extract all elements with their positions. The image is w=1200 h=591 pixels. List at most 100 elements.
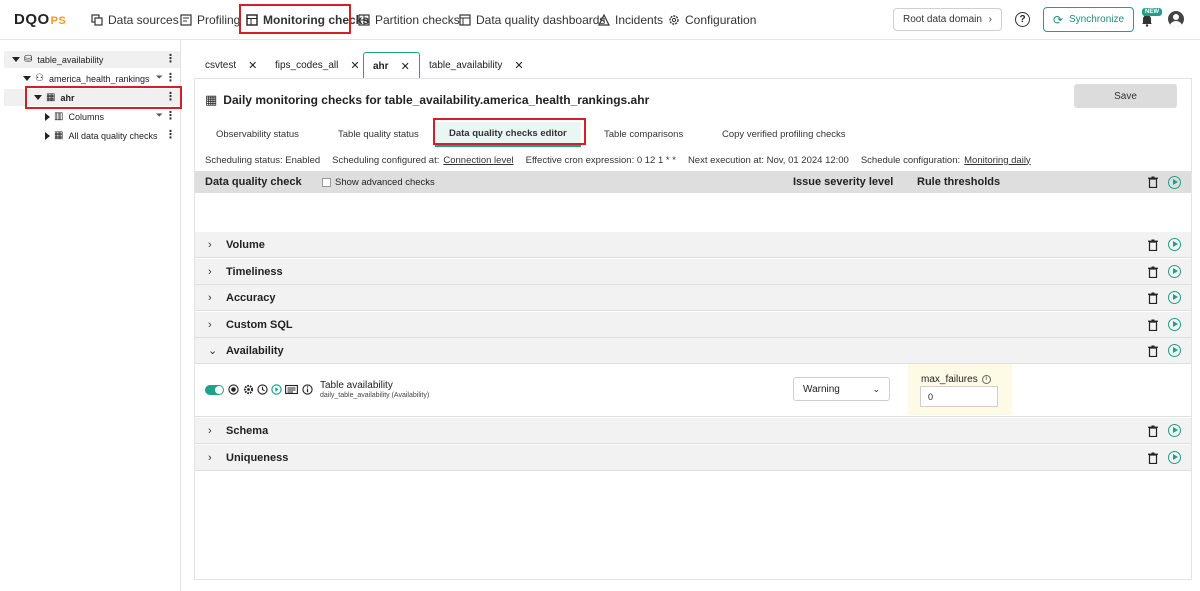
group-row-volume[interactable]: › Volume: [195, 232, 1191, 258]
run-checks-icon[interactable]: [1168, 344, 1181, 357]
dqops-logo[interactable]: DQO PS: [14, 8, 66, 30]
help-button[interactable]: ?: [1015, 12, 1030, 27]
checkbox[interactable]: [322, 177, 331, 187]
trash-icon[interactable]: [1148, 292, 1158, 305]
tree-item-schema[interactable]: ⚇ america_health_rankings ⏷ ⋮: [4, 70, 180, 87]
subtab-table-comparisons[interactable]: Table comparisons: [604, 122, 683, 147]
run-checks-icon[interactable]: [1168, 265, 1181, 278]
expand-icon[interactable]: [34, 95, 42, 100]
close-icon[interactable]: ✕: [514, 59, 523, 72]
tree-item-table-ahr[interactable]: ▦ ahr ⋮: [4, 89, 180, 106]
group-label: Timeliness: [226, 265, 283, 278]
subtab-table-quality-status[interactable]: Table quality status: [338, 122, 419, 147]
schedule-clock-icon[interactable]: [257, 384, 268, 395]
root-data-domain-button[interactable]: Root data domain ›: [893, 8, 1002, 31]
kebab-menu-icon[interactable]: ⋮: [165, 72, 176, 84]
tree-item-label: All data quality checks: [68, 130, 158, 141]
group-row-timeliness[interactable]: › Timeliness: [195, 259, 1191, 285]
info-icon[interactable]: [302, 384, 313, 395]
nav-profiling[interactable]: Profiling: [180, 0, 240, 40]
kebab-menu-icon[interactable]: ⋮: [165, 91, 176, 103]
cron-expression: Effective cron expression: 0 12 1 * *: [525, 154, 676, 166]
database-icon: ⛁: [24, 53, 33, 65]
main-content: csvtest ✕ fips_codes_all ✕ ahr ✕ table_a…: [194, 40, 1192, 580]
expand-icon[interactable]: [45, 131, 50, 140]
trash-icon[interactable]: [1148, 345, 1158, 358]
tab-fips-codes-all[interactable]: fips_codes_all ✕: [266, 52, 369, 79]
kebab-menu-icon[interactable]: ⋮: [165, 53, 176, 65]
trash-icon[interactable]: [1148, 266, 1158, 279]
kebab-menu-icon[interactable]: ⋮: [165, 110, 176, 122]
chevron-right-icon: ›: [208, 238, 212, 251]
run-check-icon[interactable]: [271, 384, 282, 395]
run-checks-icon[interactable]: [1168, 176, 1181, 189]
tab-table-availability[interactable]: table_availability ✕: [420, 52, 533, 79]
close-icon[interactable]: ✕: [248, 59, 257, 72]
synchronize-button[interactable]: ⟳ Synchronize: [1043, 7, 1134, 32]
nav-label: Configuration: [685, 13, 757, 27]
save-button[interactable]: Save: [1074, 84, 1177, 108]
filter-icon[interactable]: ⏷: [156, 110, 163, 121]
subtab-observability-status[interactable]: Observability status: [216, 122, 299, 147]
trash-icon[interactable]: [1148, 319, 1158, 332]
tab-ahr[interactable]: ahr ✕: [363, 52, 420, 79]
monitoring-daily-link[interactable]: Monitoring daily: [964, 155, 1031, 166]
run-checks-icon[interactable]: [1168, 451, 1181, 464]
nav-data-sources[interactable]: Data sources: [91, 0, 179, 40]
logo-suffix: PS: [50, 15, 67, 27]
filter-icon[interactable]: ⏷: [156, 72, 163, 83]
info-icon[interactable]: i: [981, 375, 991, 384]
nav-dashboards[interactable]: Data quality dashboards: [459, 0, 605, 40]
col-rules: Rule thresholds: [917, 176, 1001, 188]
configured-prefix: Scheduling configured at:: [332, 154, 440, 166]
trash-icon[interactable]: [1148, 452, 1158, 465]
nav-configuration[interactable]: Configuration: [668, 0, 756, 40]
severity-select[interactable]: Warning ⌄: [793, 377, 890, 401]
subtab-checks-editor[interactable]: Data quality checks editor: [435, 122, 581, 147]
group-row-availability[interactable]: ⌄ Availability: [195, 338, 1191, 364]
trash-icon[interactable]: [1148, 176, 1158, 189]
threshold-panel: max_failures i 0: [908, 364, 1012, 415]
kebab-menu-icon[interactable]: ⋮: [165, 129, 176, 141]
chevron-right-icon: ›: [208, 424, 212, 437]
user-avatar[interactable]: [1168, 11, 1184, 27]
sidebar-tree: ⛁ table_availability ⋮ ⚇ america_health_…: [0, 40, 181, 591]
record-icon[interactable]: [228, 384, 239, 395]
trash-icon[interactable]: [1148, 425, 1158, 438]
col-check: Data quality check: [205, 176, 302, 188]
tab-label: fips_codes_all: [275, 60, 339, 71]
settings-icon[interactable]: [243, 384, 254, 395]
tree-item-columns[interactable]: ▥ Columns ⏷ ⋮: [4, 108, 180, 125]
show-advanced-toggle[interactable]: Show advanced checks: [322, 171, 435, 193]
check-enabled-toggle[interactable]: [205, 385, 224, 395]
group-row-uniqueness[interactable]: › Uniqueness: [195, 445, 1191, 471]
table-icon: ▦: [54, 129, 64, 141]
check-row-table-availability: Table availability daily_table_availabil…: [195, 364, 1191, 417]
max-failures-input[interactable]: 0: [920, 386, 998, 407]
run-checks-icon[interactable]: [1168, 291, 1181, 304]
run-checks-icon[interactable]: [1168, 238, 1181, 251]
results-icon[interactable]: [285, 384, 298, 395]
group-row-custom-sql[interactable]: › Custom SQL: [195, 312, 1191, 338]
group-row-schema[interactable]: › Schema: [195, 418, 1191, 444]
trash-icon[interactable]: [1148, 239, 1158, 252]
close-icon[interactable]: ✕: [350, 59, 359, 72]
subtab-copy-verified-profiling[interactable]: Copy verified profiling checks: [722, 122, 846, 147]
close-icon[interactable]: ✕: [401, 60, 410, 73]
tab-csvtest[interactable]: csvtest ✕: [196, 52, 266, 79]
nav-incidents[interactable]: Incidents: [598, 0, 663, 40]
group-row-accuracy[interactable]: › Accuracy: [195, 285, 1191, 311]
expand-icon[interactable]: [45, 112, 50, 121]
group-label: Schema: [226, 424, 269, 437]
expand-icon[interactable]: [12, 57, 20, 62]
tree-item-all-checks[interactable]: ▦ All data quality checks ⋮: [4, 127, 180, 144]
nav-partition-checks[interactable]: Partition checks: [358, 0, 460, 40]
run-checks-icon[interactable]: [1168, 318, 1181, 331]
tree-item-connection[interactable]: ⛁ table_availability ⋮: [4, 51, 180, 68]
chevron-down-icon: ⌄: [208, 345, 218, 357]
next-execution: Next execution at: Nov, 01 2024 12:00: [687, 154, 849, 166]
expand-icon[interactable]: [23, 76, 31, 81]
run-checks-icon[interactable]: [1168, 424, 1181, 437]
nav-monitoring-checks[interactable]: Monitoring checks: [246, 0, 369, 40]
connection-level-link[interactable]: Connection level: [443, 155, 513, 166]
